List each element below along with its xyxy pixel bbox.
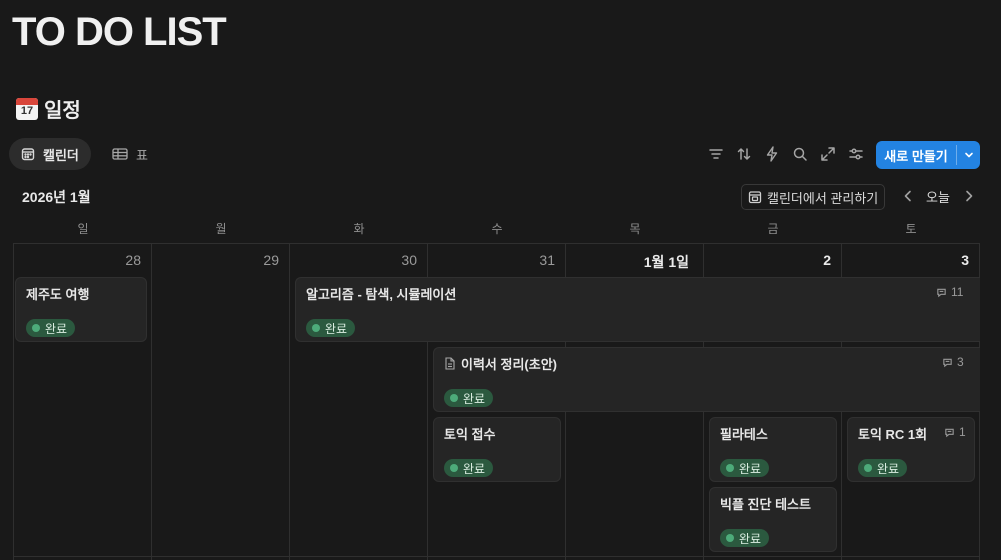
event-card[interactable]: 이력서 정리(초안) 3 완료: [433, 347, 980, 412]
event-title: 제주도 여행: [26, 287, 90, 302]
next-month-icon[interactable]: [961, 188, 977, 204]
status-dot-icon: [726, 464, 734, 472]
day-number: 28: [125, 252, 141, 268]
section-title[interactable]: 17 일정: [16, 94, 81, 123]
weekday-sun: 일: [77, 222, 89, 236]
settings-icon[interactable]: [847, 145, 865, 163]
manage-label: 캘린더에서 관리하기: [767, 190, 879, 206]
comment-count-label: 3: [957, 355, 964, 369]
comment-icon: [937, 288, 946, 297]
day-number-today: 1월 1일: [643, 254, 689, 270]
event-card[interactable]: 토익 접수 완료: [433, 417, 561, 482]
comment-icon: [945, 428, 954, 437]
status-badge: 완료: [720, 529, 770, 547]
table-icon: [112, 147, 128, 161]
grid-column-line: [13, 243, 14, 560]
status-label: 완료: [45, 321, 68, 336]
event-card[interactable]: 제주도 여행 완료: [15, 277, 147, 342]
weekday-mon: 월: [215, 222, 227, 236]
calendar-emoji-icon: 17: [16, 97, 38, 120]
status-label: 완료: [739, 461, 762, 476]
status-badge: 완료: [444, 459, 494, 477]
tab-calendar-label: 캘린더: [43, 147, 79, 163]
today-button[interactable]: 오늘: [926, 187, 950, 206]
event-card[interactable]: 빅플 진단 테스트 완료: [709, 487, 837, 552]
prev-month-icon[interactable]: [900, 188, 916, 204]
status-dot-icon: [450, 394, 458, 402]
event-title: 토익 RC 1회: [858, 427, 928, 442]
event-card[interactable]: 알고리즘 - 탐색, 시뮬레이션 11 완료: [295, 277, 980, 342]
event-title: 토익 접수: [444, 427, 496, 442]
automation-icon[interactable]: [763, 145, 781, 163]
status-dot-icon: [450, 464, 458, 472]
status-label: 완료: [877, 461, 900, 476]
status-dot-icon: [32, 324, 40, 332]
status-dot-icon: [864, 464, 872, 472]
status-dot-icon: [312, 324, 320, 332]
document-icon: [445, 357, 455, 370]
status-badge: 완료: [444, 389, 494, 407]
grid-column-line: [151, 243, 152, 560]
sort-icon[interactable]: [735, 145, 753, 163]
weekday-thu: 목: [629, 222, 641, 236]
status-label: 완료: [739, 531, 762, 546]
comment-count: 11: [936, 285, 963, 299]
calendar-manage-icon: [748, 190, 762, 204]
month-label: 2026년 1월: [22, 189, 91, 205]
comment-count: 1: [944, 425, 966, 439]
day-number: 3: [961, 252, 969, 268]
calendar-icon: [21, 147, 35, 161]
comment-icon: [943, 358, 952, 367]
day-number: 2: [823, 252, 831, 268]
status-badge: 완료: [306, 319, 356, 337]
new-button-label: 새로 만들기: [884, 148, 948, 164]
day-number: 30: [401, 252, 417, 268]
status-label: 완료: [325, 321, 348, 336]
manage-in-calendar-button[interactable]: 캘린더에서 관리하기: [741, 184, 886, 210]
grid-top-line: [13, 243, 980, 244]
status-badge: 완료: [26, 319, 76, 337]
day-number: 31: [539, 252, 555, 268]
event-title: 알고리즘 - 탐색, 시뮬레이션: [306, 287, 457, 302]
event-title: 이력서 정리(초안): [461, 357, 557, 372]
event-title-row: 이력서 정리(초안): [444, 354, 557, 373]
new-button[interactable]: 새로 만들기: [876, 141, 980, 169]
event-title: 필라테스: [720, 427, 768, 442]
comment-count-label: 1: [959, 425, 966, 439]
status-badge: 완료: [858, 459, 908, 477]
event-card[interactable]: 토익 RC 1회 1 완료: [847, 417, 975, 482]
comment-count: 3: [942, 355, 964, 369]
tab-table[interactable]: 표: [100, 138, 160, 170]
tab-calendar[interactable]: 캘린더: [9, 138, 91, 170]
event-title: 빅플 진단 테스트: [720, 497, 811, 512]
comment-count-label: 11: [951, 285, 964, 299]
weekday-fri: 금: [767, 222, 779, 236]
search-icon[interactable]: [791, 145, 809, 163]
weekday-sat: 토: [905, 222, 917, 236]
tab-table-label: 표: [136, 147, 148, 163]
grid-bottom-line: [13, 556, 980, 557]
day-number: 29: [263, 252, 279, 268]
weekday-wed: 수: [491, 222, 503, 236]
grid-column-line: [289, 243, 290, 560]
weekday-tue: 화: [353, 222, 365, 236]
status-dot-icon: [726, 534, 734, 542]
status-label: 완료: [463, 461, 486, 476]
event-card[interactable]: 필라테스 완료: [709, 417, 837, 482]
section-title-label: 일정: [44, 100, 81, 122]
filter-icon[interactable]: [707, 145, 725, 163]
chevron-down-icon[interactable]: [957, 141, 980, 169]
page-title: TO DO LIST: [12, 10, 227, 54]
status-label: 완료: [463, 391, 486, 406]
expand-icon[interactable]: [819, 145, 837, 163]
status-badge: 완료: [720, 459, 770, 477]
